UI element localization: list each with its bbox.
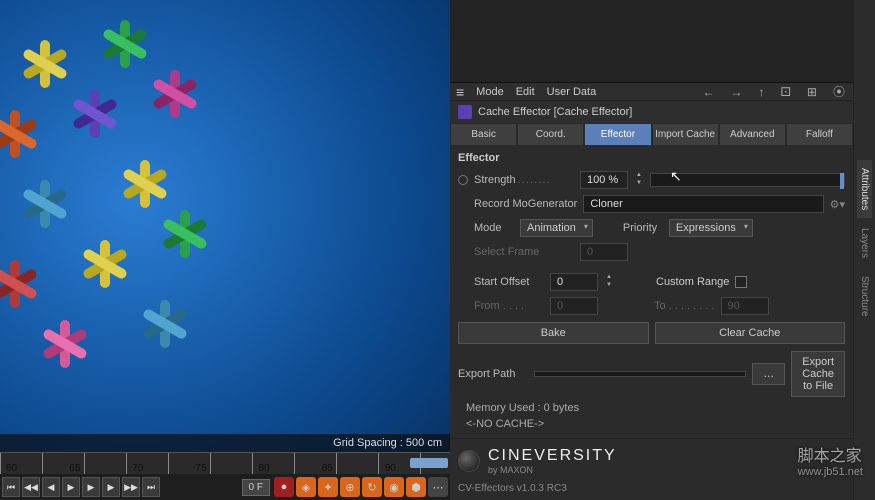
- object-title: Cache Effector [Cache Effector]: [478, 106, 632, 118]
- side-tab-layers[interactable]: Layers: [857, 220, 872, 266]
- export-cache-button[interactable]: Export Cache to File: [791, 351, 845, 397]
- record-button[interactable]: ●: [274, 477, 294, 497]
- key-options-button[interactable]: ⋯: [428, 477, 448, 497]
- custom-range-checkbox[interactable]: [735, 276, 747, 288]
- record-label: Record MoGenerator: [474, 198, 577, 210]
- custom-range-label: Custom Range: [656, 276, 729, 288]
- attribute-tabs: Basic Coord. Effector Import Cache Advan…: [450, 123, 853, 146]
- func-icon[interactable]: ⦿: [831, 83, 847, 100]
- tab-import-cache[interactable]: Import Cache: [652, 123, 719, 146]
- cineversity-logo-icon: [458, 450, 480, 472]
- nav-back-icon[interactable]: ←: [700, 85, 716, 99]
- side-tab-attributes[interactable]: Attributes: [857, 160, 872, 218]
- watermark: 脚本之家 www.jb51.net: [798, 442, 863, 478]
- hamburger-icon[interactable]: ≡: [456, 84, 464, 100]
- menu-edit[interactable]: Edit: [516, 86, 535, 98]
- side-tab-strip: Attributes Layers Structure: [853, 0, 875, 500]
- mode-select[interactable]: Animation: [520, 219, 593, 237]
- export-path-field[interactable]: [534, 371, 746, 377]
- record-options-icon[interactable]: ⚙▾: [830, 198, 845, 211]
- key-param-button[interactable]: ◉: [384, 477, 404, 497]
- brand-byline: by MAXON: [488, 465, 617, 475]
- to-field: 90: [721, 297, 769, 315]
- timeline-ruler[interactable]: 60 65 70 75 80 85 90: [0, 452, 450, 474]
- start-offset-stepper[interactable]: ▲▼: [604, 274, 614, 290]
- nav-up-icon[interactable]: ↑: [756, 85, 766, 99]
- effector-icon: [458, 105, 472, 119]
- goto-end-button[interactable]: ⏭: [142, 477, 160, 497]
- current-frame-field[interactable]: 0 F: [242, 479, 270, 496]
- record-mogenerator-field[interactable]: Cloner: [583, 195, 823, 213]
- tab-advanced[interactable]: Advanced: [719, 123, 786, 146]
- key-pla-button[interactable]: ⬢: [406, 477, 426, 497]
- object-title-row: Cache Effector [Cache Effector]: [450, 101, 853, 123]
- select-frame-label: Select Frame: [474, 246, 574, 258]
- start-offset-label: Start Offset: [474, 276, 544, 288]
- play-back-button[interactable]: ▶: [62, 477, 80, 497]
- start-offset-field[interactable]: 0: [550, 273, 598, 291]
- attribute-manager-header: ≡ Mode Edit User Data ← → ↑ ⚀ ⊞ ⦿: [450, 83, 853, 101]
- strength-field[interactable]: 100 %: [580, 171, 628, 189]
- key-rot-button[interactable]: ↻: [362, 477, 382, 497]
- tab-basic[interactable]: Basic: [450, 123, 517, 146]
- select-frame-field: 0: [580, 243, 628, 261]
- strength-anim-dot[interactable]: [458, 175, 468, 185]
- export-path-label: Export Path: [458, 368, 528, 380]
- tab-coord[interactable]: Coord.: [517, 123, 584, 146]
- viewport-status: Grid Spacing : 500 cm: [0, 434, 450, 452]
- nav-fwd-icon[interactable]: →: [728, 85, 744, 99]
- side-tab-structure[interactable]: Structure: [857, 268, 872, 325]
- step-back-button[interactable]: ◀◀: [22, 477, 40, 497]
- next-frame-button[interactable]: ▶: [102, 477, 120, 497]
- bake-button[interactable]: Bake: [458, 322, 649, 344]
- branding-row: CINEVERSITY by MAXON: [450, 438, 853, 483]
- plugin-version: CV-Effectors v1.0.3 RC3: [450, 483, 853, 500]
- prev-frame-button[interactable]: ◀: [42, 477, 60, 497]
- memory-used-label: Memory Used : 0 bytes: [458, 400, 845, 416]
- mode-label: Mode: [474, 222, 514, 234]
- upper-empty-panel: [450, 0, 853, 83]
- viewport[interactable]: Grid Spacing : 500 cm 60 65 70 75 80 85 …: [0, 0, 450, 500]
- strength-stepper[interactable]: ▲▼: [634, 172, 644, 188]
- goto-start-button[interactable]: ⏮: [2, 477, 20, 497]
- tab-effector[interactable]: Effector: [584, 123, 651, 146]
- autokey-button[interactable]: ◈: [296, 477, 316, 497]
- key-scale-button[interactable]: ⊕: [340, 477, 360, 497]
- priority-label: Priority: [623, 222, 663, 234]
- from-field: 0: [550, 297, 598, 315]
- from-label: From . . . .: [474, 300, 544, 312]
- to-label: To . . . . . . . .: [654, 300, 715, 312]
- play-forward-button[interactable]: ▶: [82, 477, 100, 497]
- strength-slider[interactable]: [650, 173, 845, 187]
- brand-name: CINEVERSITY: [488, 447, 617, 465]
- menu-mode[interactable]: Mode: [476, 86, 504, 98]
- key-pos-button[interactable]: ✦: [318, 477, 338, 497]
- clear-cache-button[interactable]: Clear Cache: [655, 322, 846, 344]
- priority-select[interactable]: Expressions: [669, 219, 753, 237]
- no-cache-label: <-NO CACHE->: [458, 416, 845, 432]
- timeline: 60 65 70 75 80 85 90 ⏮ ◀◀ ◀ ▶ ▶ ▶ ▶▶ ⏭ 0…: [0, 452, 450, 500]
- step-fwd-button[interactable]: ▶▶: [122, 477, 140, 497]
- menu-userdata[interactable]: User Data: [547, 86, 597, 98]
- tab-falloff[interactable]: Falloff: [786, 123, 853, 146]
- section-title: Effector: [458, 152, 845, 164]
- browse-button[interactable]: …: [752, 363, 785, 385]
- strength-label: Strength: [474, 174, 574, 186]
- new-window-icon[interactable]: ⊞: [805, 85, 819, 99]
- lock-icon[interactable]: ⚀: [778, 85, 792, 99]
